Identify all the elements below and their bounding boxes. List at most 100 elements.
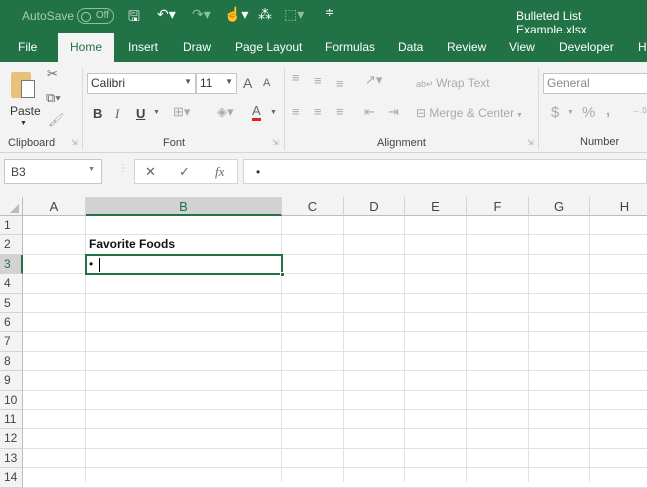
column-header-f[interactable]: F — [467, 197, 529, 216]
underline-button[interactable]: U — [136, 106, 145, 121]
borders-icon[interactable]: ⊞▾ — [173, 104, 190, 120]
org-chart-icon[interactable]: ⁂ — [258, 6, 272, 23]
middle-align-icon[interactable]: ≡ — [314, 73, 322, 88]
row-header-6[interactable]: 6 — [0, 313, 23, 332]
tab-insert[interactable]: Insert — [128, 40, 158, 54]
gridline — [23, 448, 647, 449]
tab-home[interactable]: Home — [58, 33, 114, 62]
row-header-3[interactable]: 3 — [0, 255, 23, 274]
merge-icon: ⊟ — [416, 106, 429, 120]
shrink-font-button[interactable]: A — [263, 77, 270, 89]
tab-help[interactable]: H — [638, 40, 647, 54]
clipboard-launcher-icon[interactable]: ⇲ — [71, 138, 78, 147]
underline-dropdown-icon[interactable]: ▼ — [153, 109, 160, 116]
gridline — [343, 216, 344, 482]
tab-page-layout[interactable]: Page Layout — [235, 40, 302, 54]
gridline — [23, 390, 647, 391]
paste-button[interactable]: Paste ▼ — [8, 68, 40, 130]
column-header-h[interactable]: H — [590, 197, 647, 216]
name-box[interactable]: B3▼ — [4, 159, 102, 184]
column-header-c[interactable]: C — [282, 197, 344, 216]
select-all-button[interactable] — [0, 197, 23, 216]
italic-button[interactable]: I — [115, 106, 119, 122]
center-align-icon[interactable]: ≡ — [314, 104, 322, 119]
row-header-5[interactable]: 5 — [0, 294, 23, 313]
enter-button[interactable]: ✓ — [179, 164, 190, 180]
font-launcher-icon[interactable]: ⇲ — [272, 138, 279, 147]
font-size-select[interactable]: 11▼ — [196, 73, 237, 94]
row-header-7[interactable]: 7 — [0, 332, 23, 351]
bold-button[interactable]: B — [93, 106, 102, 121]
merge-center-button[interactable]: ⊟ Merge & Center ▼ — [416, 106, 523, 120]
row-header-14[interactable]: 14 — [0, 468, 23, 487]
percent-button[interactable]: % — [582, 104, 595, 121]
font-name-select[interactable]: Calibri▼ — [87, 73, 196, 94]
currency-dropdown-icon[interactable]: ▼ — [567, 109, 574, 116]
bottom-align-icon[interactable]: ≡ — [336, 76, 344, 91]
row-header-4[interactable]: 4 — [0, 274, 23, 293]
comma-button[interactable]: , — [606, 102, 610, 119]
orientation-icon[interactable]: ↗▾ — [365, 72, 382, 88]
undo-icon[interactable]: ↶▾ — [157, 6, 176, 23]
cell-b2[interactable]: Favorite Foods — [86, 235, 175, 254]
column-header-e[interactable]: E — [405, 197, 467, 216]
tab-formulas[interactable]: Formulas — [325, 40, 375, 54]
active-cell-b3[interactable]: • — [85, 254, 283, 275]
row-header-12[interactable]: 12 — [0, 429, 23, 448]
customize-qat-icon[interactable]: ≑ — [325, 6, 334, 19]
tab-review[interactable]: Review — [447, 40, 486, 54]
cut-icon[interactable]: ✂ — [47, 66, 58, 82]
gridline — [589, 216, 590, 482]
currency-button[interactable]: $ — [551, 104, 559, 121]
gridline — [466, 216, 467, 482]
tab-view[interactable]: View — [509, 40, 535, 54]
decrease-indent-icon[interactable]: ⇤ — [364, 104, 375, 120]
right-align-icon[interactable]: ≡ — [336, 104, 344, 119]
increase-decimal-icon[interactable]: ←.0 — [632, 106, 647, 115]
shapes-icon[interactable]: ⬚▾ — [284, 6, 304, 23]
cancel-button[interactable]: ✕ — [145, 164, 156, 180]
column-header-g[interactable]: G — [529, 197, 590, 216]
row-header-10[interactable]: 10 — [0, 391, 23, 410]
insert-function-button[interactable]: fx — [215, 164, 224, 180]
redo-icon[interactable]: ↷▾ — [192, 6, 211, 23]
alignment-launcher-icon[interactable]: ⇲ — [527, 138, 534, 147]
formula-bar: B3▼ ⋮ ✕ ✓ fx • — [0, 153, 647, 197]
row-header-9[interactable]: 9 — [0, 371, 23, 390]
wrap-text-button[interactable]: ab↵ Wrap Text — [416, 76, 490, 90]
row-header-2[interactable]: 2 — [0, 235, 23, 254]
formula-input[interactable]: • — [243, 159, 647, 184]
row-header-1[interactable]: 1 — [0, 216, 23, 235]
tab-developer[interactable]: Developer — [559, 40, 614, 54]
left-align-icon[interactable]: ≡ — [292, 104, 300, 119]
fill-color-icon[interactable]: ◈▾ — [217, 104, 234, 120]
increase-indent-icon[interactable]: ⇥ — [388, 104, 399, 120]
number-group-label: Number — [580, 136, 619, 148]
font-color-button[interactable]: A — [252, 104, 261, 121]
tab-data[interactable]: Data — [398, 40, 423, 54]
clipboard-group-label: Clipboard — [8, 137, 55, 149]
touch-mode-icon[interactable]: ☝▾ — [224, 6, 248, 23]
font-group-label: Font — [163, 137, 185, 149]
copy-icon[interactable]: ⧉▾ — [46, 90, 61, 106]
save-icon[interactable]: 🖫 — [128, 6, 140, 30]
row-header-13[interactable]: 13 — [0, 449, 23, 468]
format-painter-icon[interactable]: 🖌 — [48, 112, 65, 128]
worksheet-grid[interactable]: ABCDEFGH1234567891011121314 Favorite Foo… — [0, 197, 647, 482]
top-align-icon[interactable]: ≡ — [292, 70, 300, 85]
column-header-b[interactable]: B — [86, 197, 282, 216]
tab-draw[interactable]: Draw — [183, 40, 211, 54]
number-format-select[interactable]: General — [543, 73, 647, 94]
row-header-11[interactable]: 11 — [0, 410, 23, 429]
row-header-8[interactable]: 8 — [0, 352, 23, 371]
alignment-group-label: Alignment — [377, 137, 426, 149]
gridline — [23, 467, 647, 468]
autosave-toggle[interactable]: Off — [77, 8, 114, 24]
fill-handle[interactable] — [280, 272, 285, 277]
autosave-label: AutoSave — [22, 9, 74, 23]
tab-file[interactable]: File — [18, 40, 37, 54]
column-header-d[interactable]: D — [344, 197, 405, 216]
grow-font-button[interactable]: A — [243, 75, 252, 91]
font-color-dropdown-icon[interactable]: ▼ — [270, 109, 277, 116]
column-header-a[interactable]: A — [23, 197, 86, 216]
